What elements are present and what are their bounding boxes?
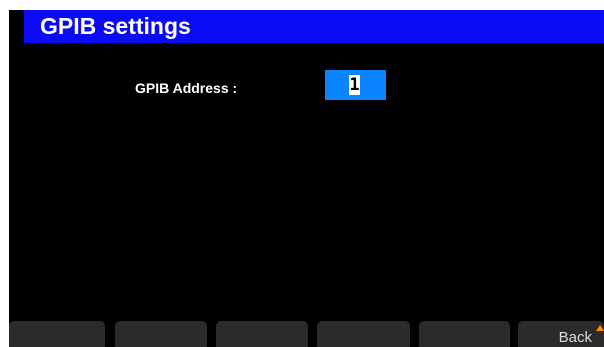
back-softkey-label: Back xyxy=(558,329,592,346)
gpib-address-label: GPIB Address : xyxy=(135,80,238,96)
gpib-address-field[interactable]: 1 xyxy=(325,70,386,100)
title-bar: GPIB settings xyxy=(24,10,604,43)
softkey-5[interactable] xyxy=(419,321,510,347)
back-arrow-icon xyxy=(596,325,604,331)
back-softkey[interactable]: Back xyxy=(518,321,604,347)
softkey-1[interactable] xyxy=(9,321,105,347)
softkey-3[interactable] xyxy=(216,321,308,347)
instrument-screen: GPIB settings GPIB Address : 1 Back xyxy=(9,10,604,347)
page-title: GPIB settings xyxy=(40,13,191,39)
gpib-address-value[interactable]: 1 xyxy=(349,75,360,95)
softkey-4[interactable] xyxy=(317,321,410,347)
softkey-2[interactable] xyxy=(115,321,207,347)
